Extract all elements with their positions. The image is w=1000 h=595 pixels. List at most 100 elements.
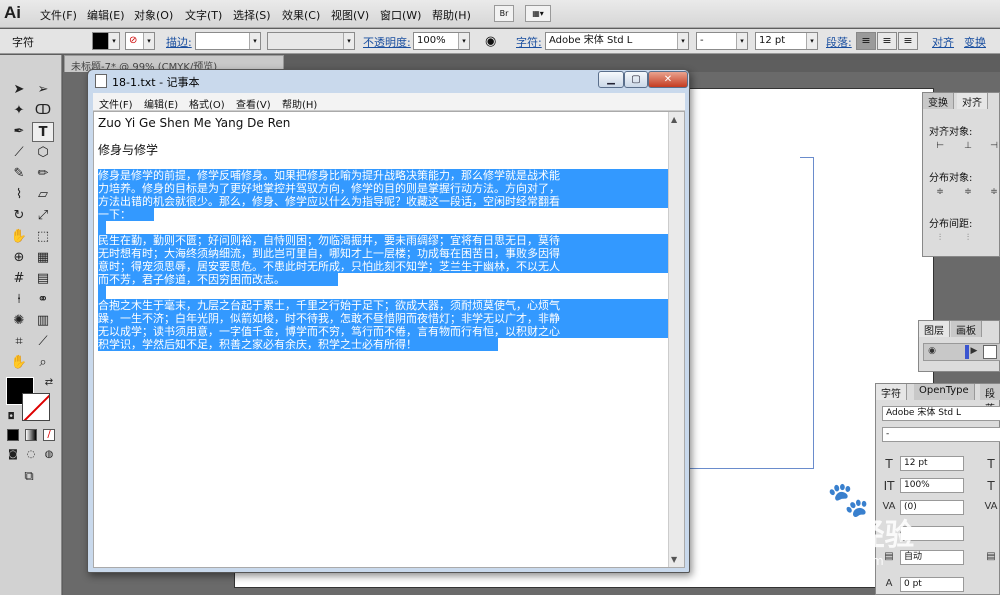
tab-transform[interactable]: 变换 xyxy=(923,93,954,109)
np-menu-format[interactable]: 格式(O) xyxy=(189,96,225,111)
shape-builder-icon[interactable]: ⊕ xyxy=(8,248,30,268)
swap-fill-stroke-icon[interactable]: ⇄ xyxy=(38,373,60,393)
slice-tool-icon[interactable]: ⟋ xyxy=(32,332,54,352)
align-left-icon[interactable]: ≡ xyxy=(856,32,876,50)
recolor-icon[interactable]: ◉ xyxy=(485,34,496,49)
screen-mode-icon[interactable]: ⧉ xyxy=(18,467,40,487)
stroke-label[interactable]: 描边: xyxy=(166,34,192,50)
stroke-color-swatch[interactable]: ⊘ ▾ xyxy=(125,32,155,50)
close-button[interactable]: ✕ xyxy=(648,71,688,88)
paragraph-label[interactable]: 段落: xyxy=(826,34,852,50)
distribute-bottom-icon[interactable]: ≑ xyxy=(987,187,1000,199)
blob-brush-icon[interactable]: ⌇ xyxy=(8,185,30,205)
np-menu-edit[interactable]: 编辑(E) xyxy=(144,96,178,111)
tab-layers[interactable]: 图层 xyxy=(919,321,950,337)
align-center-icon[interactable]: ≡ xyxy=(877,32,897,50)
stroke-swatch[interactable] xyxy=(22,393,50,421)
scale-tool-icon[interactable]: ⤢ xyxy=(32,206,54,226)
selection-tool-icon[interactable]: ➤ xyxy=(8,80,30,100)
font-size-input[interactable]: 12 pt ▾ xyxy=(755,32,818,50)
spacing-horizontal-icon[interactable]: ⫶ xyxy=(961,233,975,245)
polygon-tool-icon[interactable]: ⬡ xyxy=(32,143,54,163)
align-link[interactable]: 对齐 xyxy=(932,34,954,50)
tab-artboards[interactable]: 画板 xyxy=(951,321,982,337)
expand-layer-icon[interactable]: ▶ xyxy=(967,346,981,358)
rotate-tool-icon[interactable]: ↻ xyxy=(8,206,30,226)
align-left-edge-icon[interactable]: ⊢ xyxy=(933,141,947,153)
pen-tool-icon[interactable]: ✒ xyxy=(8,122,30,142)
opacity-label[interactable]: 不透明度: xyxy=(363,34,411,50)
tab-paragraph[interactable]: 段落 xyxy=(980,384,1000,415)
align-right-edge-icon[interactable]: ⊣ xyxy=(987,141,1000,153)
char-kerning[interactable]: (0) xyxy=(900,500,964,515)
paintbrush-icon[interactable]: ✎ xyxy=(8,164,30,184)
maximize-button[interactable]: ▢ xyxy=(624,71,648,88)
minimize-button[interactable]: ▁ xyxy=(598,71,624,88)
align-right-icon[interactable]: ≡ xyxy=(898,32,918,50)
tab-align[interactable]: 对齐 xyxy=(957,93,988,109)
zoom-tool-icon[interactable]: ⌕ xyxy=(32,353,54,373)
mesh-tool-icon[interactable]: # xyxy=(8,269,30,289)
line-tool-icon[interactable]: ⟋ xyxy=(8,143,30,163)
np-menu-file[interactable]: 文件(F) xyxy=(99,96,133,111)
notepad-scrollbar[interactable]: ▲ ▼ xyxy=(668,112,684,567)
eyedropper-icon[interactable]: ⍿ xyxy=(8,290,30,310)
variable-width-dropdown[interactable]: ▾ xyxy=(267,32,355,50)
gradient-tool-icon[interactable]: ▤ xyxy=(32,269,54,289)
bridge-button[interactable]: Br xyxy=(494,5,514,22)
blend-tool-icon[interactable]: ⚭ xyxy=(32,290,54,310)
char-leading-mode[interactable]: 自动 xyxy=(900,550,964,565)
notepad-text-area[interactable]: Zuo Yi Ge Shen Me Yang De Ren 修身与修学 修身是修… xyxy=(93,111,685,568)
direct-selection-tool-icon[interactable]: ➢ xyxy=(32,80,54,100)
opacity-input[interactable]: 100% ▾ xyxy=(413,32,470,50)
font-label[interactable]: 字符: xyxy=(516,34,542,50)
draw-inside-icon[interactable]: ◍ xyxy=(38,445,60,465)
char-tsume[interactable] xyxy=(900,526,964,541)
default-colors-icon[interactable]: ◘ xyxy=(0,407,22,427)
menu-file[interactable]: 文件(F) xyxy=(40,7,77,23)
char-font-family[interactable]: Adobe 宋体 Std L xyxy=(882,406,1000,421)
arrange-docs-icon[interactable]: ▦▾ xyxy=(525,5,551,22)
font-family-dropdown[interactable]: Adobe 宋体 Std L ▾ xyxy=(545,32,689,50)
artboard-tool-icon[interactable]: ⌗ xyxy=(8,332,30,352)
char-font-style[interactable]: - xyxy=(882,427,1000,442)
hand-tool-icon[interactable]: ✋ xyxy=(8,353,30,373)
distribute-v-center-icon[interactable]: ≑ xyxy=(961,187,975,199)
menu-help[interactable]: 帮助(H) xyxy=(432,7,471,23)
graph-tool-icon[interactable]: ▥ xyxy=(32,311,54,331)
font-style-dropdown[interactable]: - ▾ xyxy=(696,32,748,50)
eraser-icon[interactable]: ▱ xyxy=(32,185,54,205)
transform-link[interactable]: 变换 xyxy=(964,34,986,50)
menu-select[interactable]: 选择(S) xyxy=(233,7,271,23)
align-h-center-icon[interactable]: ⊥ xyxy=(961,141,975,153)
pencil-icon[interactable]: ✏ xyxy=(32,164,54,184)
type-tool-icon[interactable]: T xyxy=(32,122,54,142)
perspective-grid-icon[interactable]: ▦ xyxy=(32,248,54,268)
menu-effect[interactable]: 效果(C) xyxy=(282,7,320,23)
fill-color-swatch[interactable]: ▾ xyxy=(92,32,120,50)
menu-type[interactable]: 文字(T) xyxy=(185,7,222,23)
gradient-mode-icon[interactable] xyxy=(25,429,37,441)
np-menu-help[interactable]: 帮助(H) xyxy=(282,96,317,111)
menu-edit[interactable]: 编辑(E) xyxy=(87,7,125,23)
stroke-weight-input[interactable]: ▾ xyxy=(195,32,261,50)
spacing-vertical-icon[interactable]: ⫶ xyxy=(933,233,947,245)
free-transform-icon[interactable]: ⬚ xyxy=(32,227,54,247)
none-mode-icon[interactable]: / xyxy=(43,429,55,441)
scroll-down-icon[interactable]: ▼ xyxy=(671,555,677,564)
lasso-icon[interactable]: ↀ xyxy=(32,101,54,121)
visibility-eye-icon[interactable]: ◉ xyxy=(925,346,939,358)
menu-view[interactable]: 视图(V) xyxy=(331,7,369,23)
warp-tool-icon[interactable]: ✋ xyxy=(8,227,30,247)
menu-object[interactable]: 对象(O) xyxy=(134,7,173,23)
magic-wand-icon[interactable]: ✦ xyxy=(8,101,30,121)
char-vertical-scale[interactable]: 100% xyxy=(900,478,964,493)
distribute-top-icon[interactable]: ≑ xyxy=(933,187,947,199)
color-mode-icon[interactable] xyxy=(7,429,19,441)
notepad-titlebar[interactable]: 18-1.txt - 记事本 ▁ ▢ ✕ xyxy=(88,70,689,92)
symbol-sprayer-icon[interactable]: ✺ xyxy=(8,311,30,331)
char-baseline-shift[interactable]: 0 pt xyxy=(900,577,964,592)
np-menu-view[interactable]: 查看(V) xyxy=(236,96,271,111)
scroll-up-icon[interactable]: ▲ xyxy=(671,115,677,124)
tab-character[interactable]: 字符 xyxy=(876,384,907,400)
